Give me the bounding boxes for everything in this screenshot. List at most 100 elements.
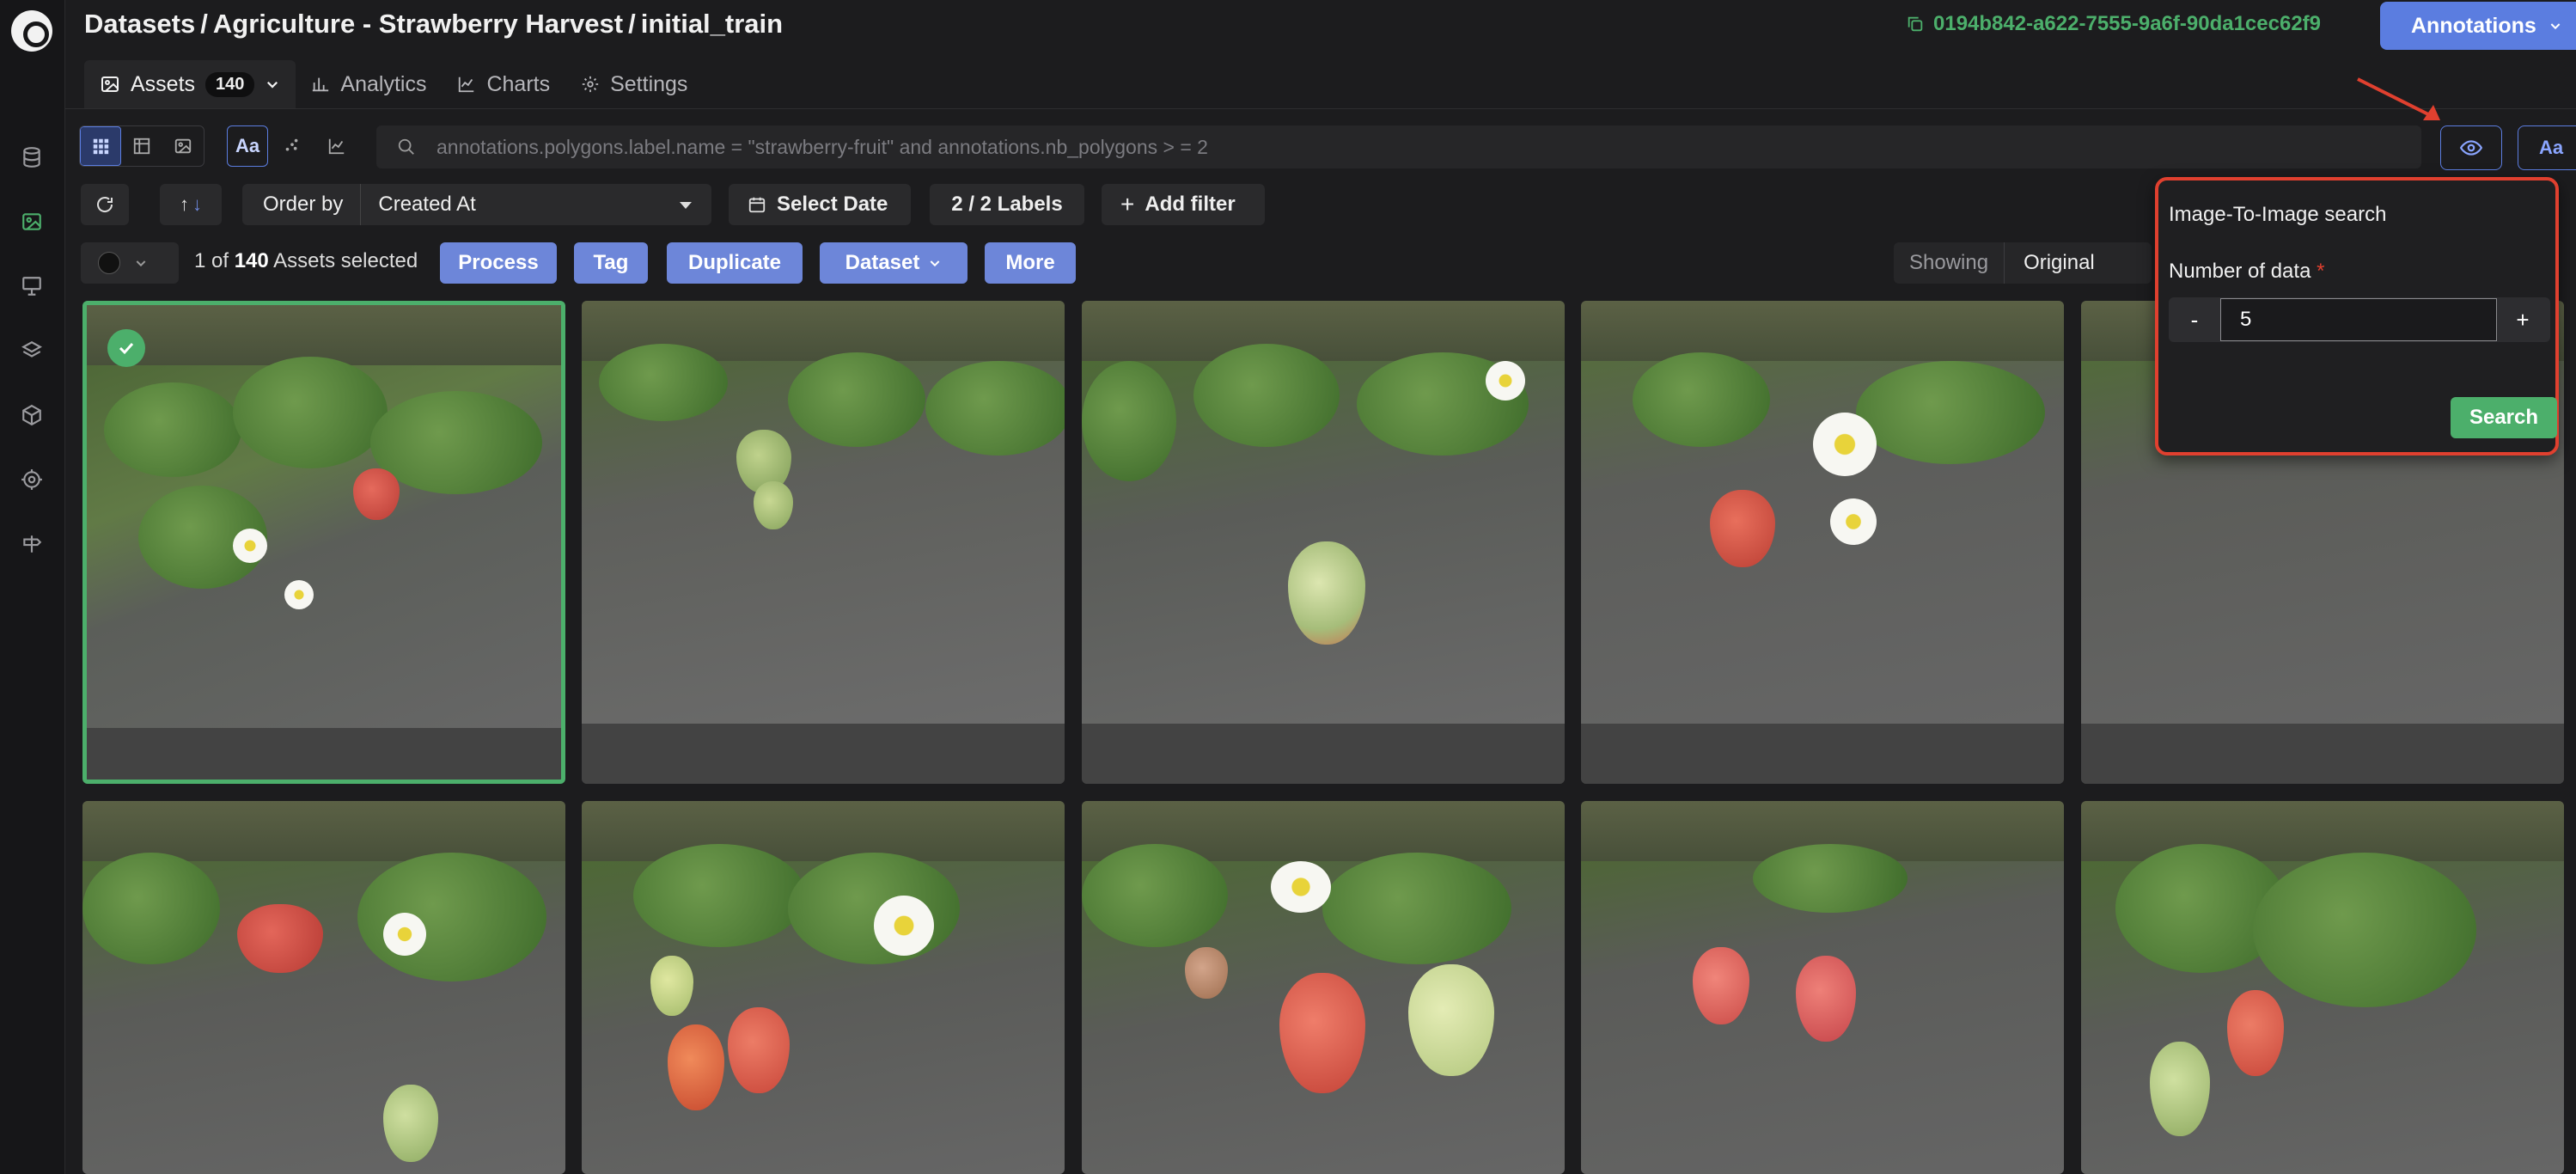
left-sidebar (0, 0, 65, 1174)
asset-thumbnail (1581, 844, 2064, 1174)
select-all-checkbox[interactable] (98, 252, 120, 274)
tab-charts-label: Charts (486, 71, 551, 96)
sort-direction-button[interactable]: ↑ ↓ (160, 184, 222, 225)
arrow-down-icon: ↓ (192, 193, 202, 215)
database-icon[interactable] (19, 146, 45, 172)
bar-chart-icon (313, 77, 329, 92)
asset-card[interactable] (1082, 801, 1565, 1174)
asset-top-band (2081, 801, 2564, 861)
app-logo[interactable] (11, 10, 52, 52)
more-button[interactable]: More (985, 242, 1076, 284)
order-by-select[interactable]: Order by Created At (242, 184, 711, 225)
signpost-icon[interactable] (19, 533, 45, 559)
tab-assets[interactable]: Assets 140 (84, 60, 296, 108)
tab-divider (65, 108, 2576, 109)
image-icon[interactable] (19, 211, 45, 236)
labels-filter-button[interactable]: 2 / 2 Labels (930, 184, 1084, 225)
search-icon (376, 138, 436, 156)
layers-icon[interactable] (19, 339, 45, 365)
asset-card[interactable] (2081, 801, 2564, 1174)
text-search-mode[interactable]: Aa (227, 125, 268, 167)
add-filter-button[interactable]: + Add filter (1102, 184, 1265, 225)
asset-bottom-band (582, 724, 1065, 784)
decrement-button[interactable]: - (2169, 307, 2220, 333)
annotations-button-label: Annotations (2411, 13, 2536, 38)
target-icon[interactable] (19, 468, 45, 494)
selection-prefix: 1 of (194, 249, 229, 272)
table-view-icon[interactable] (121, 126, 162, 166)
selection-total: 140 (234, 249, 269, 272)
copy-icon[interactable] (1906, 15, 1925, 34)
image-search-popup: Image-To-Image search Number of data * -… (2155, 177, 2559, 456)
dataset-button[interactable]: Dataset (820, 242, 968, 284)
asset-card[interactable] (582, 801, 1065, 1174)
caret-down-icon (660, 193, 711, 217)
scatter-mode-icon[interactable] (272, 125, 313, 167)
breadcrumb-project[interactable]: Agriculture - Strawberry Harvest (213, 9, 623, 39)
chevron-down-icon (2549, 14, 2562, 39)
tab-analytics[interactable]: Analytics (296, 60, 442, 108)
add-filter-label: Add filter (1145, 193, 1236, 216)
single-view-icon[interactable] (162, 126, 204, 166)
asset-thumbnail (87, 357, 561, 728)
tab-settings-label: Settings (610, 71, 688, 96)
number-of-data-label: Number of data * (2169, 260, 2324, 284)
tab-assets-label: Assets (131, 71, 196, 96)
search-button[interactable]: Search (2451, 397, 2557, 438)
search-input[interactable] (436, 135, 2421, 159)
chevron-down-icon (136, 260, 146, 267)
asset-card[interactable] (1581, 301, 2064, 784)
selection-suffix: Assets selected (273, 249, 418, 272)
grid-view-icon[interactable] (80, 126, 121, 166)
process-button[interactable]: Process (440, 242, 557, 284)
chevron-down-icon[interactable] (265, 76, 280, 92)
plus-icon: + (1120, 191, 1135, 217)
showing-value: Original (2024, 251, 2095, 274)
refresh-button[interactable] (81, 184, 129, 225)
tab-settings[interactable]: Settings (565, 60, 703, 108)
presentation-icon[interactable] (19, 275, 45, 301)
asset-card[interactable] (82, 301, 565, 784)
image-search-button[interactable] (2440, 125, 2502, 170)
number-of-data-input[interactable] (2220, 298, 2497, 341)
tab-charts[interactable]: Charts (442, 60, 565, 108)
select-all-dropdown[interactable] (81, 242, 179, 284)
package-icon[interactable] (19, 404, 45, 430)
dataset-uuid[interactable]: 0194b842-a622-7555-9a6f-90da1cec62f9 (1906, 12, 2321, 36)
gear-icon (582, 76, 599, 93)
dataset-button-label: Dataset (845, 251, 920, 274)
image-icon (101, 76, 119, 92)
increment-button[interactable]: + (2497, 307, 2549, 333)
trend-mode-icon[interactable] (316, 125, 357, 167)
asset-thumbnail (1082, 844, 1565, 1174)
tag-button[interactable]: Tag (574, 242, 648, 284)
asset-top-band (87, 305, 561, 365)
popup-title: Image-To-Image search (2169, 203, 2387, 226)
select-date-label: Select Date (777, 193, 888, 216)
annotations-button[interactable]: Annotations (2380, 2, 2576, 50)
search-mode-toggle: Aa (227, 125, 357, 167)
asset-card[interactable] (1082, 301, 1565, 784)
showing-select[interactable]: Showing Original (1894, 242, 2152, 284)
text-search-button[interactable]: Aa (2518, 125, 2576, 170)
select-date-button[interactable]: Select Date (729, 184, 911, 225)
breadcrumb-datasets[interactable]: Datasets (84, 9, 195, 39)
asset-card[interactable] (1581, 801, 2064, 1174)
required-mark: * (2317, 260, 2325, 283)
calendar-icon (748, 197, 766, 213)
duplicate-button[interactable]: Duplicate (667, 242, 803, 284)
asset-top-band (582, 801, 1065, 861)
asset-thumbnail (582, 344, 1065, 724)
number-of-data-text: Number of data (2169, 260, 2311, 283)
showing-label: Showing (1894, 242, 2005, 284)
arrow-up-icon: ↑ (180, 193, 189, 215)
order-by-label: Order by (242, 184, 362, 225)
check-icon[interactable] (107, 329, 145, 367)
asset-bottom-band (2081, 724, 2564, 784)
eye-icon (2460, 140, 2482, 156)
asset-card[interactable] (582, 301, 1065, 784)
asset-thumbnail (1581, 352, 2064, 724)
number-of-data-stepper: - + (2169, 297, 2550, 342)
tab-analytics-label: Analytics (340, 71, 427, 96)
asset-card[interactable] (82, 801, 565, 1174)
